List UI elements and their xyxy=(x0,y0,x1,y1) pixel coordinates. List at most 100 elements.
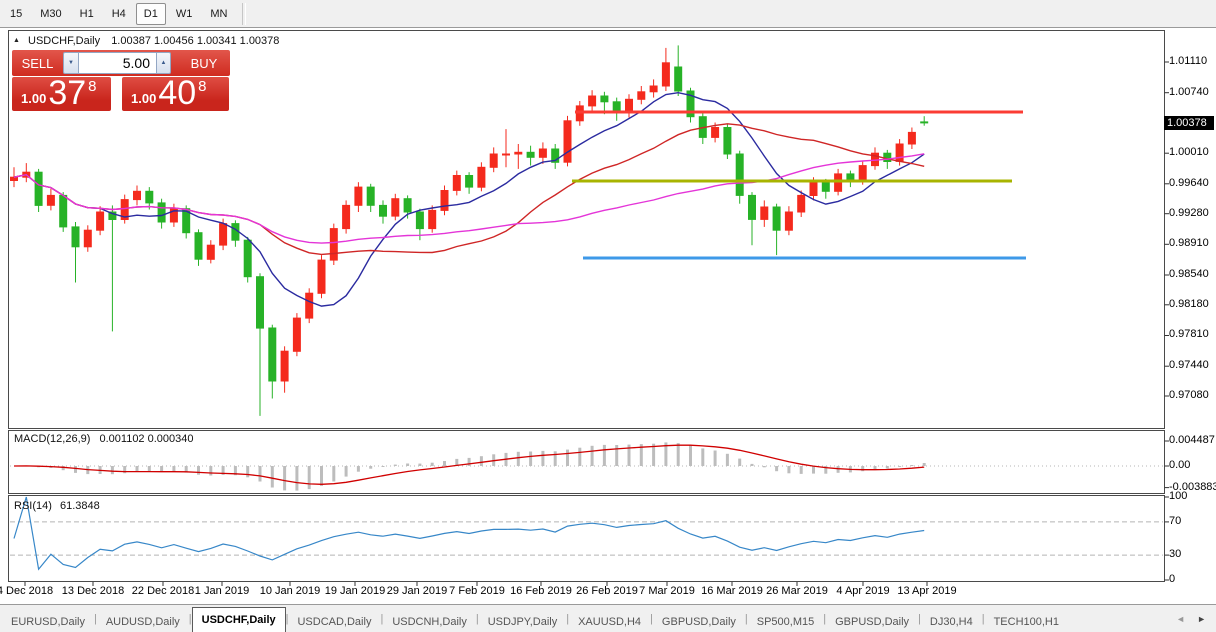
tab-AUDUSD,Daily[interactable]: AUDUSD,Daily xyxy=(97,611,189,632)
date-tick-label: 1 Jan 2019 xyxy=(195,585,249,597)
candle-body xyxy=(515,152,522,154)
tab-USDCAD,Daily[interactable]: USDCAD,Daily xyxy=(288,611,380,632)
price-tick-label: 0.98180 xyxy=(1169,298,1209,310)
tab-GBPUSD,Daily[interactable]: GBPUSD,Daily xyxy=(826,611,918,632)
trade-controls-row: SELL ▼ ▲ BUY xyxy=(12,50,230,76)
volume-decrease-button[interactable]: ▼ xyxy=(63,52,79,74)
candle-body xyxy=(662,63,669,86)
candle-body xyxy=(601,96,608,102)
tab-GBPUSD,Daily[interactable]: GBPUSD,Daily xyxy=(653,611,745,632)
sell-button[interactable]: SELL xyxy=(12,50,63,76)
candle-body xyxy=(539,149,546,157)
candle-body xyxy=(220,224,227,246)
tab-USDCNH,Daily[interactable]: USDCNH,Daily xyxy=(383,611,476,632)
chevron-up-icon: ▲ xyxy=(161,60,167,66)
tab-USDCHF,Daily[interactable]: USDCHF,Daily xyxy=(192,607,286,632)
candle-body xyxy=(207,245,214,259)
candle-body xyxy=(884,153,891,161)
candle-body xyxy=(195,233,202,260)
candle-body xyxy=(773,207,780,230)
date-tick-label: 13 Apr 2019 xyxy=(897,585,956,597)
date-tick-label: 22 Dec 2018 xyxy=(132,585,194,597)
quote-boxes: 1.00 37 8 1.00 40 8 xyxy=(12,77,230,111)
rsi-pane[interactable] xyxy=(9,496,1165,582)
buy-button[interactable]: BUY xyxy=(178,50,230,76)
candle-body xyxy=(293,318,300,351)
candle-body xyxy=(798,195,805,212)
candle-body xyxy=(429,210,436,228)
rsi-tick-label: 70 xyxy=(1169,515,1181,527)
tab-USDJPY,Daily[interactable]: USDJPY,Daily xyxy=(479,611,567,632)
date-tick-label: 4 Apr 2019 xyxy=(836,585,889,597)
buy-price-prefix: 1.00 xyxy=(131,91,156,106)
candle-body xyxy=(835,174,842,191)
date-tick-label: 16 Mar 2019 xyxy=(701,585,763,597)
candle-body xyxy=(97,212,104,230)
candle-body xyxy=(416,212,423,229)
candle-body xyxy=(761,207,768,219)
chart-title: ▲ USDCHF,Daily 1.00387 1.00456 1.00341 1… xyxy=(13,35,279,47)
candle-body xyxy=(921,122,928,123)
rsi-tick-label: 100 xyxy=(1169,490,1187,502)
candle-body xyxy=(441,191,448,211)
sell-price-pip: 8 xyxy=(88,78,96,95)
candle-body xyxy=(847,174,854,180)
sell-quote[interactable]: 1.00 37 8 xyxy=(12,77,111,111)
candle-body xyxy=(404,199,411,212)
candle-body xyxy=(392,199,399,216)
candle-body xyxy=(72,227,79,247)
candle-body xyxy=(158,203,165,222)
candle-body xyxy=(896,144,903,161)
candle-body xyxy=(47,195,54,205)
tab-TECH100,H1[interactable]: TECH100,H1 xyxy=(985,611,1068,632)
macd-values: 0.001102 0.000340 xyxy=(99,433,193,445)
collapse-icon[interactable]: ▲ xyxy=(13,37,20,44)
rsi-label: RSI(14) xyxy=(14,500,52,512)
date-tick-label: 26 Feb 2019 xyxy=(576,585,638,597)
price-tick-label: 0.97440 xyxy=(1169,359,1209,371)
tab-SP500,M15[interactable]: SP500,M15 xyxy=(748,611,823,632)
volume-increase-button[interactable]: ▲ xyxy=(156,52,171,74)
rsi-value: 61.3848 xyxy=(60,500,100,512)
candle-body xyxy=(146,191,153,203)
date-tick-label: 10 Jan 2019 xyxy=(260,585,321,597)
candle-body xyxy=(343,205,350,228)
scroll-tabs-left-icon[interactable]: ◄ xyxy=(1176,614,1185,624)
volume-input[interactable] xyxy=(79,52,156,74)
candle-body xyxy=(269,328,276,381)
trading-terminal: 15M30H1H4D1W1MN ▲ USDCHF,Daily 1.00387 1… xyxy=(0,0,1216,632)
tab-EURUSD,Daily[interactable]: EURUSD,Daily xyxy=(2,611,94,632)
date-tick-label: 4 Dec 2018 xyxy=(0,585,53,597)
candle-body xyxy=(810,182,817,195)
one-click-trade-panel: SELL ▼ ▲ BUY 1.00 37 8 1.00 40 8 xyxy=(12,50,230,111)
symbol-tabs: EURUSD,Daily|AUDUSD,Daily|USDCHF,Daily|U… xyxy=(2,607,1068,632)
buy-price-pip: 8 xyxy=(198,78,206,95)
candle-body xyxy=(589,96,596,106)
candle-body xyxy=(281,351,288,381)
price-tick-label: 0.98910 xyxy=(1169,237,1209,249)
candle-body xyxy=(355,187,362,205)
sell-price-prefix: 1.00 xyxy=(21,91,46,106)
rsi-header: RSI(14) 61.3848 xyxy=(14,500,100,512)
tab-XAUUSD,H4[interactable]: XAUUSD,H4 xyxy=(569,611,650,632)
candle-body xyxy=(712,128,719,138)
price-tick-label: 1.00010 xyxy=(1169,146,1209,158)
ohlc-values: 1.00387 1.00456 1.00341 1.00378 xyxy=(111,35,279,47)
symbol-tabbar: EURUSD,Daily|AUDUSD,Daily|USDCHF,Daily|U… xyxy=(0,604,1216,632)
scroll-tabs-right-icon[interactable]: ► xyxy=(1197,614,1206,624)
date-tick-label: 26 Mar 2019 xyxy=(766,585,828,597)
candle-body xyxy=(306,293,313,318)
candle-body xyxy=(749,195,756,219)
candle-body xyxy=(257,277,264,328)
tab-DJ30,H4[interactable]: DJ30,H4 xyxy=(921,611,982,632)
macd-label: MACD(12,26,9) xyxy=(14,433,90,445)
rsi-tick-label: 30 xyxy=(1169,548,1181,560)
candle-body xyxy=(453,176,460,191)
buy-quote[interactable]: 1.00 40 8 xyxy=(122,77,229,111)
chevron-down-icon: ▼ xyxy=(68,60,74,66)
symbol-label: USDCHF,Daily xyxy=(28,35,100,47)
candle-body xyxy=(822,182,829,191)
sell-price-big: 37 xyxy=(48,80,86,108)
candle-body xyxy=(736,154,743,195)
candle-body xyxy=(380,205,387,216)
